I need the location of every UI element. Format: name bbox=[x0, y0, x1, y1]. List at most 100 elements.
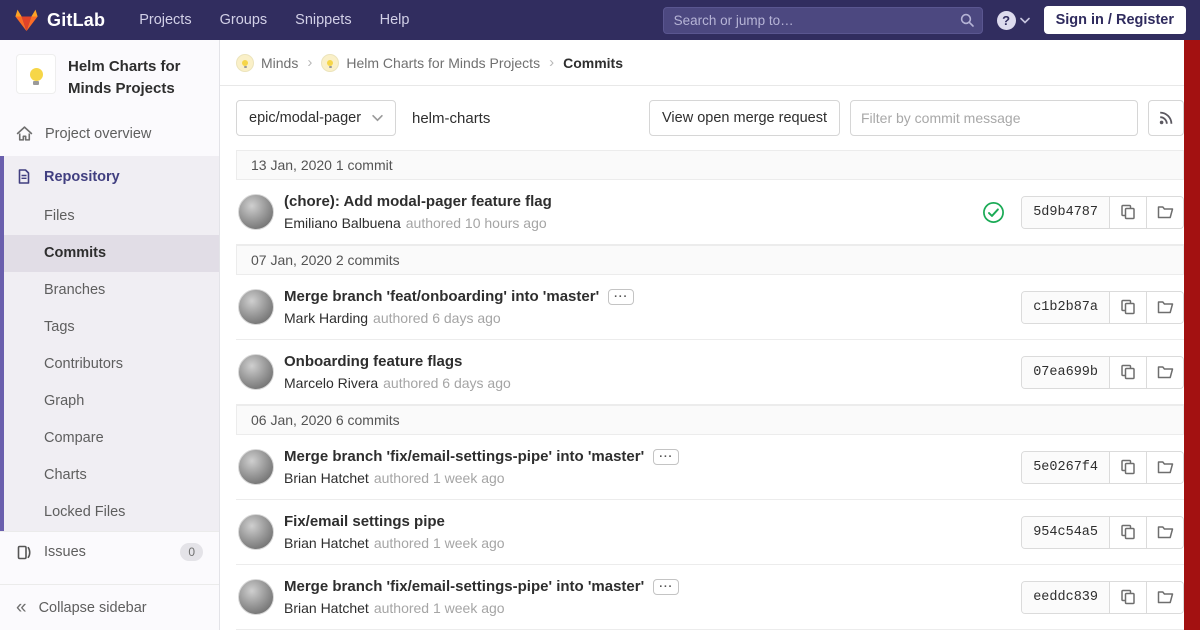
expand-commit-message-button[interactable]: ··· bbox=[653, 448, 680, 465]
commits-toolbar: epic/modal-pager helm-charts View open m… bbox=[220, 86, 1200, 150]
sidebar-project-link[interactable]: Helm Charts for Minds Projects bbox=[0, 40, 219, 112]
pipeline-passed-icon[interactable] bbox=[982, 201, 1005, 224]
filter-commits-input[interactable] bbox=[850, 100, 1138, 136]
folder-icon bbox=[1157, 459, 1174, 475]
sidebar-item-project-overview[interactable]: Project overview bbox=[0, 112, 219, 156]
commit-sha[interactable]: c1b2b87a bbox=[1022, 291, 1109, 323]
commit-authored-time: authored 10 hours ago bbox=[405, 215, 547, 231]
commit-author-link[interactable]: Brian Hatchet bbox=[284, 470, 369, 486]
collapse-sidebar-button[interactable]: « Collapse sidebar bbox=[0, 584, 219, 630]
commit-sha[interactable]: eeddc839 bbox=[1022, 581, 1109, 613]
global-search-input[interactable] bbox=[662, 6, 983, 34]
commit-authored-time: authored 6 days ago bbox=[383, 375, 511, 391]
browse-files-button[interactable] bbox=[1146, 451, 1183, 483]
browse-files-button[interactable] bbox=[1146, 356, 1183, 388]
author-avatar[interactable] bbox=[238, 514, 274, 550]
project-title: Helm Charts for Minds Projects bbox=[68, 58, 181, 97]
help-menu-button[interactable]: ? bbox=[996, 10, 1030, 30]
sidebar-subitem-locked-files[interactable]: Locked Files bbox=[4, 494, 219, 531]
commit-sha-group: c1b2b87a bbox=[1021, 290, 1184, 324]
sign-in-register-button[interactable]: Sign in / Register bbox=[1043, 6, 1186, 34]
gitlab-logo-text: GitLab bbox=[47, 9, 106, 30]
breadcrumb-label: Minds bbox=[261, 54, 299, 71]
nav-item-groups[interactable]: Groups bbox=[220, 12, 268, 28]
branch-selector-dropdown[interactable]: epic/modal-pager bbox=[236, 100, 396, 136]
expand-commit-message-button[interactable]: ··· bbox=[608, 288, 635, 305]
author-avatar[interactable] bbox=[238, 449, 274, 485]
commit-row: Merge branch 'fix/email-settings-pipe' i… bbox=[236, 565, 1184, 630]
copy-sha-button[interactable] bbox=[1109, 291, 1146, 323]
commit-title-link[interactable]: Fix/email settings pipe bbox=[284, 513, 445, 530]
view-open-merge-request-button[interactable]: View open merge request bbox=[649, 100, 840, 136]
commit-sha[interactable]: 954c54a5 bbox=[1022, 516, 1109, 548]
copy-sha-button[interactable] bbox=[1109, 356, 1146, 388]
copy-sha-button[interactable] bbox=[1109, 581, 1146, 613]
sidebar-subitem-contributors[interactable]: Contributors bbox=[4, 346, 219, 383]
sidebar-subitem-compare[interactable]: Compare bbox=[4, 420, 219, 457]
commit-sha-group: eeddc839 bbox=[1021, 580, 1184, 614]
commit-author-link[interactable]: Brian Hatchet bbox=[284, 600, 369, 616]
project-sidebar: Helm Charts for Minds Projects Project o… bbox=[0, 40, 220, 630]
copy-sha-button[interactable] bbox=[1109, 451, 1146, 483]
commit-title-link[interactable]: Onboarding feature flags bbox=[284, 353, 462, 370]
sidebar-subitem-charts[interactable]: Charts bbox=[4, 457, 219, 494]
commit-author-link[interactable]: Emiliano Balbuena bbox=[284, 215, 401, 231]
commit-authored-time: authored 6 days ago bbox=[373, 310, 501, 326]
commit-authored-time: authored 1 week ago bbox=[373, 470, 505, 486]
commit-sha[interactable]: 5e0267f4 bbox=[1022, 451, 1109, 483]
author-avatar[interactable] bbox=[238, 194, 274, 230]
nav-item-snippets[interactable]: Snippets bbox=[295, 12, 351, 28]
sidebar-item-issues[interactable]: Issues 0 bbox=[0, 530, 219, 573]
home-icon bbox=[16, 125, 33, 142]
rss-feed-button[interactable] bbox=[1148, 100, 1184, 136]
author-avatar[interactable] bbox=[238, 289, 274, 325]
commit-sha-group: 07ea699b bbox=[1021, 355, 1184, 389]
commit-title-link[interactable]: Merge branch 'fix/email-settings-pipe' i… bbox=[284, 578, 644, 595]
chevron-right-icon: › bbox=[307, 54, 313, 71]
commit-author-link[interactable]: Marcelo Rivera bbox=[284, 375, 378, 391]
collapse-icon: « bbox=[16, 597, 27, 618]
commit-author-link[interactable]: Brian Hatchet bbox=[284, 535, 369, 551]
sidebar-subitem-files[interactable]: Files bbox=[4, 198, 219, 235]
sidebar-subitem-tags[interactable]: Tags bbox=[4, 309, 219, 346]
author-avatar[interactable] bbox=[238, 354, 274, 390]
nav-item-help[interactable]: Help bbox=[380, 12, 410, 28]
commit-sha[interactable]: 5d9b4787 bbox=[1022, 196, 1109, 228]
project-avatar bbox=[321, 53, 340, 72]
sidebar-subitem-branches[interactable]: Branches bbox=[4, 272, 219, 309]
folder-icon bbox=[1157, 589, 1174, 605]
browse-files-button[interactable] bbox=[1146, 196, 1183, 228]
copy-sha-button[interactable] bbox=[1109, 196, 1146, 228]
gitlab-tanuki-icon bbox=[14, 8, 39, 32]
sidebar-item-repository[interactable]: Repository bbox=[4, 156, 219, 198]
copy-sha-button[interactable] bbox=[1109, 516, 1146, 548]
commit-sha[interactable]: 07ea699b bbox=[1022, 356, 1109, 388]
browse-files-button[interactable] bbox=[1146, 516, 1183, 548]
commit-author-link[interactable]: Mark Harding bbox=[284, 310, 368, 326]
sidebar-subitem-commits[interactable]: Commits bbox=[4, 234, 219, 272]
commit-title-link[interactable]: (chore): Add modal-pager feature flag bbox=[284, 193, 552, 210]
commit-list: 13 Jan, 2020 1 commit (chore): Add modal… bbox=[236, 150, 1184, 630]
breadcrumb-item-project[interactable]: Helm Charts for Minds Projects bbox=[321, 53, 540, 72]
commit-title-link[interactable]: Merge branch 'feat/onboarding' into 'mas… bbox=[284, 288, 599, 305]
commit-sha-group: 954c54a5 bbox=[1021, 515, 1184, 549]
browse-files-button[interactable] bbox=[1146, 581, 1183, 613]
commit-title-link[interactable]: Merge branch 'fix/email-settings-pipe' i… bbox=[284, 448, 644, 465]
nav-item-projects[interactable]: Projects bbox=[139, 12, 191, 28]
sidebar-subitem-graph[interactable]: Graph bbox=[4, 383, 219, 420]
chevron-down-icon bbox=[372, 114, 383, 122]
gitlab-logo[interactable]: GitLab bbox=[14, 8, 105, 32]
commit-row: Onboarding feature flags Marcelo Rivera … bbox=[236, 340, 1184, 405]
scrollbar-indicator[interactable] bbox=[1184, 40, 1200, 630]
expand-commit-message-button[interactable]: ··· bbox=[653, 578, 680, 595]
lightbulb-icon bbox=[29, 67, 43, 85]
breadcrumb-item-commits: Commits bbox=[563, 54, 623, 71]
browse-files-button[interactable] bbox=[1146, 291, 1183, 323]
branch-selector-value: epic/modal-pager bbox=[249, 110, 362, 126]
chevron-down-icon bbox=[1019, 17, 1030, 24]
sidebar-item-label: Issues bbox=[44, 544, 86, 560]
question-mark-icon: ? bbox=[996, 10, 1016, 30]
breadcrumb-item-minds[interactable]: Minds bbox=[236, 53, 299, 72]
sidebar-item-label: Repository bbox=[44, 168, 120, 185]
author-avatar[interactable] bbox=[238, 579, 274, 615]
